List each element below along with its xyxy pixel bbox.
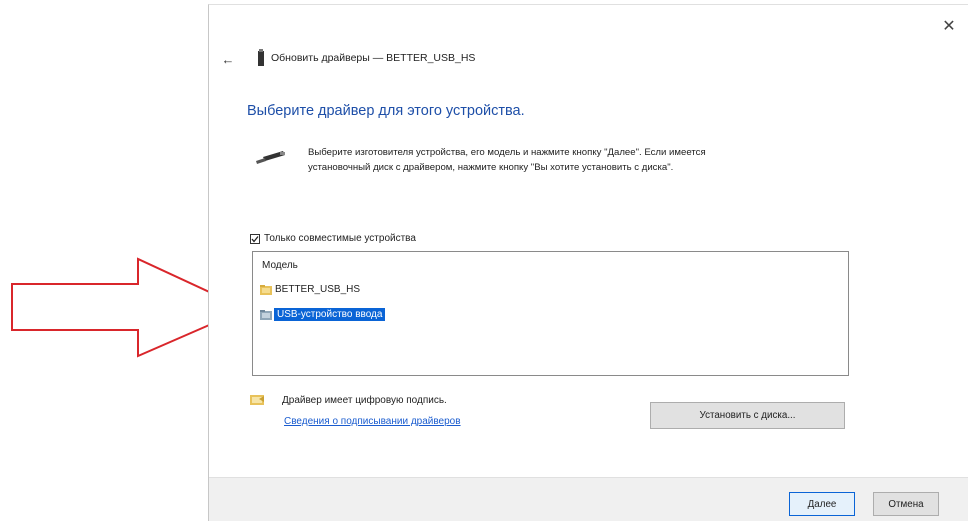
checkmark-icon: [251, 235, 259, 243]
close-button[interactable]: ✕: [938, 15, 960, 37]
have-disk-button[interactable]: Установить с диска...: [650, 402, 845, 429]
driver-signing-info-link[interactable]: Сведения о подписывании драйверов: [284, 416, 461, 427]
update-drivers-dialog: ✕ ← Обновить драйверы — BETTER_USB_HS Вы…: [208, 4, 968, 521]
signature-text: Драйвер имеет цифровую подпись.: [282, 394, 447, 406]
model-column-header: Модель: [262, 260, 298, 271]
model-list[interactable]: Модель BETTER_USB_HS USB-устройство ввод…: [252, 251, 849, 376]
page-heading: Выберите драйвер для этого устройства.: [247, 103, 525, 119]
instructions-text: Выберите изготовителя устройства, его мо…: [308, 145, 868, 175]
close-icon: ✕: [942, 18, 956, 35]
compatible-devices-label: Только совместимые устройства: [264, 233, 416, 244]
instructions-line-1: Выберите изготовителя устройства, его мо…: [308, 147, 706, 158]
compatible-devices-option[interactable]: Только совместимые устройства: [250, 233, 416, 244]
window-title: Обновить драйверы — BETTER_USB_HS: [271, 52, 476, 64]
driver-folder-icon: [260, 284, 272, 295]
next-button[interactable]: Далее: [789, 492, 855, 516]
signed-driver-icon: [250, 395, 264, 405]
list-item-usb-input-device[interactable]: USB-устройство ввода: [260, 307, 386, 322]
usb-device-icon: [258, 49, 264, 66]
back-arrow-icon: ←: [221, 51, 235, 67]
signature-status: Драйвер имеет цифровую подпись.: [250, 394, 447, 406]
list-item-label: BETTER_USB_HS: [275, 284, 361, 295]
cancel-button[interactable]: Отмена: [873, 492, 939, 516]
usb-cable-icon: [256, 151, 285, 164]
back-button[interactable]: ←: [219, 50, 237, 68]
list-item-label: USB-устройство ввода: [274, 308, 386, 321]
compatible-devices-checkbox[interactable]: [250, 233, 260, 244]
instructions-line-2: установочный диск с драйвером, нажмите к…: [308, 162, 674, 173]
driver-folder-icon: [260, 309, 272, 320]
list-item-better-usb-hs[interactable]: BETTER_USB_HS: [260, 282, 360, 297]
